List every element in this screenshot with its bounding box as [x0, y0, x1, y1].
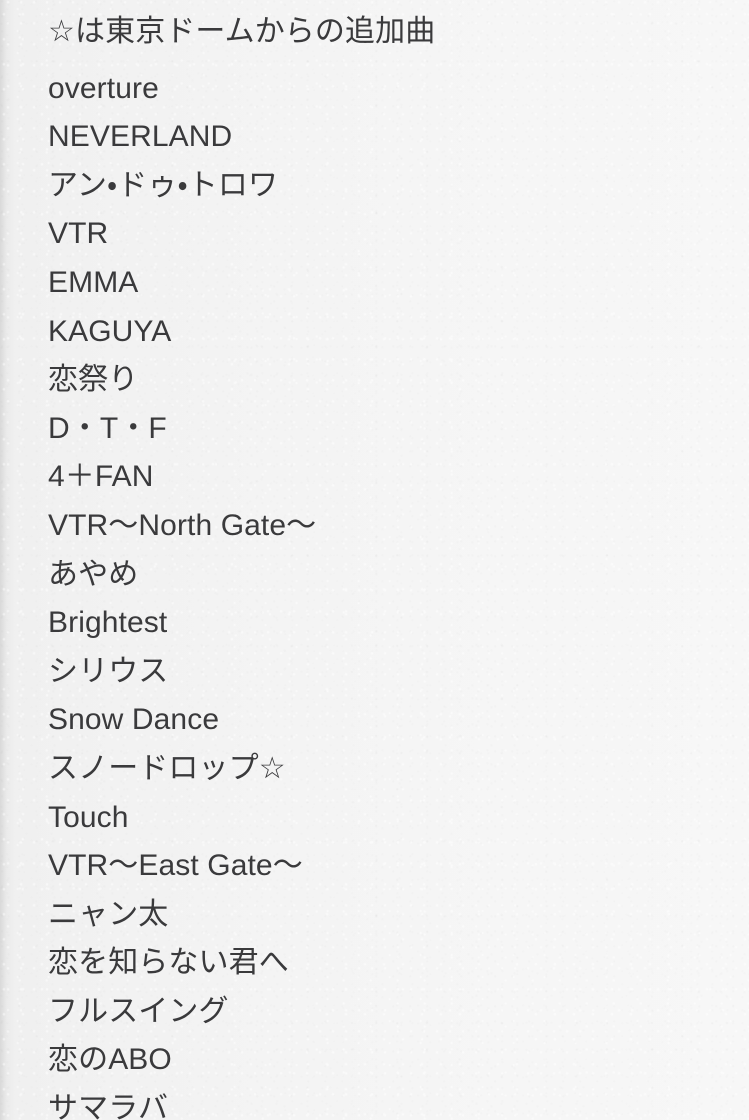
setlist-item: Brightest [48, 606, 168, 640]
setlist-item: D・T・F [48, 411, 167, 445]
setlist-item: KAGUYA [48, 314, 172, 348]
setlist-item: 恋祭り [48, 363, 139, 397]
setlist-item: Snow Dance [48, 703, 220, 737]
setlist-item: サマラバ [48, 1092, 169, 1120]
setlist-item: アン・ドゥ・トロワ [48, 168, 279, 202]
setlist-item: 4＋FAN [48, 460, 154, 494]
setlist-item: Touch [48, 800, 129, 834]
setlist-item: あやめ [48, 557, 139, 591]
setlist-note: ☆は東京ドームからの追加曲 [48, 15, 436, 48]
setlist-item: フルスイング [48, 994, 229, 1028]
setlist-item: overture [48, 71, 159, 105]
setlist-screenshot: ☆は東京ドームからの追加曲 overture NEVERLAND アン・ドゥ・トロワ V… [0, 0, 749, 1120]
setlist-item: VTR～North Gate～ [48, 508, 317, 542]
setlist-item: EMMA [48, 265, 139, 299]
setlist-item: ニャン太 [48, 897, 169, 931]
setlist-item: 恋を知らない君へ [48, 946, 289, 980]
setlist-item: スノードロップ☆ [48, 751, 286, 785]
setlist-item: 恋のABO [48, 1043, 172, 1077]
setlist-item: シリウス [48, 654, 169, 688]
setlist-item: VTR～East Gate～ [48, 849, 303, 883]
setlist-text-block: ☆は東京ドームからの追加曲 overture NEVERLAND アン・ドゥ・トロワ V… [48, 0, 749, 1120]
setlist-item: NEVERLAND [48, 120, 233, 154]
setlist-item: VTR [48, 217, 109, 251]
